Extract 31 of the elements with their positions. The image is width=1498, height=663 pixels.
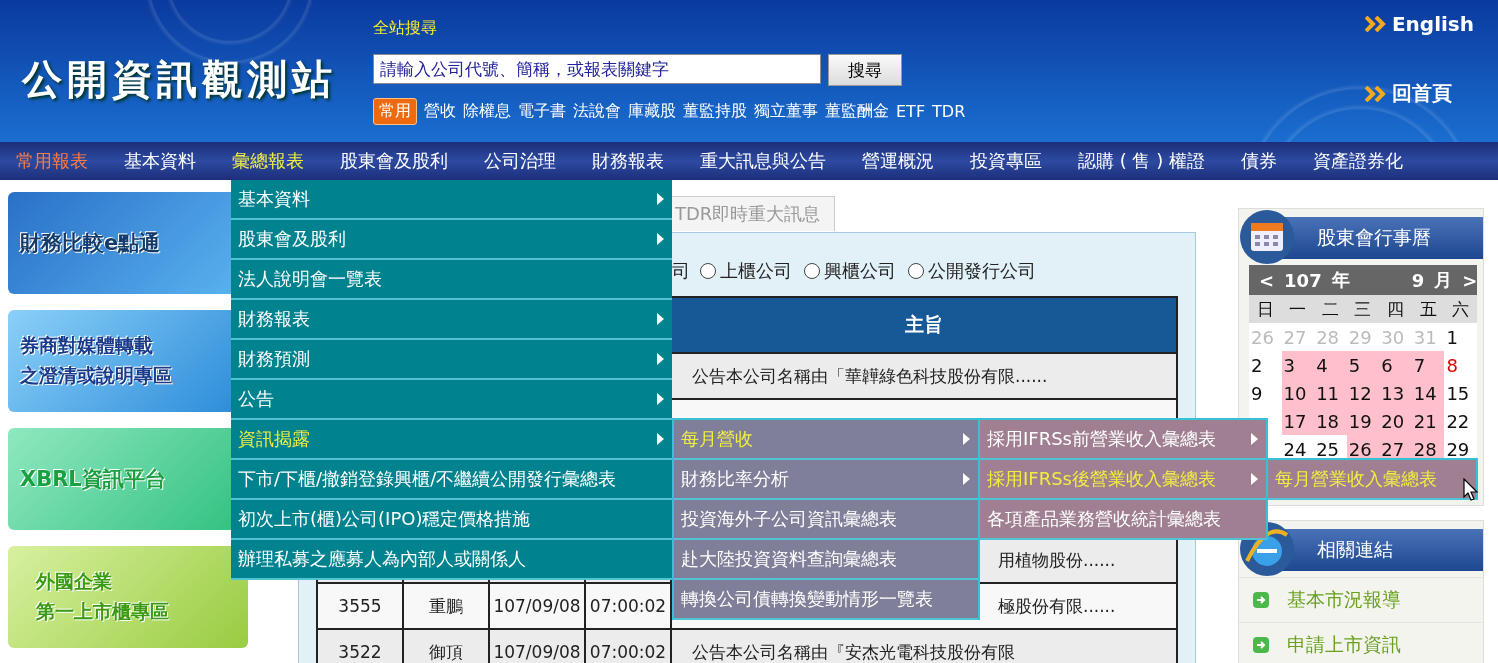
year-label: 年	[1331, 268, 1350, 292]
table-cell: 107/09/08	[489, 629, 585, 663]
table-cell: 御頂	[403, 629, 489, 663]
table-cell: 3555	[317, 583, 403, 629]
weekday-label: 六	[1452, 297, 1470, 321]
table-cell: 107/09/08	[489, 583, 585, 629]
table-cell: 重鵬	[403, 583, 489, 629]
weekday-label: 日	[1256, 297, 1274, 321]
weekday-label: 一	[1289, 297, 1307, 321]
month-label: 月	[1434, 268, 1453, 292]
radio-label: 司	[672, 259, 690, 283]
banner-title: XBRL資訊平台	[20, 466, 166, 493]
table-cell: 07:00:02	[585, 629, 671, 663]
banner-title: 外國企業	[34, 569, 112, 594]
banner-title: 券商對媒體轉載	[20, 333, 153, 358]
banner-title: 之澄清或說明專區	[20, 363, 172, 388]
frequent-badge: 常用	[373, 98, 417, 125]
search-label: 全站搜尋	[373, 18, 437, 39]
banner-title: 財務比較e點通	[20, 230, 161, 257]
month-value: 9	[1411, 269, 1425, 291]
table-cell: 3522	[317, 629, 403, 663]
section-title: 相關連結	[1317, 537, 1393, 562]
section-title: 股東會行事曆	[1317, 225, 1431, 250]
weekday-label: 三	[1354, 297, 1372, 321]
weekday-label: 四	[1387, 297, 1405, 321]
year-value: 107	[1284, 269, 1322, 291]
banner-title: 第一上市櫃專區	[35, 599, 169, 624]
weekday-label: 五	[1419, 297, 1437, 321]
weekday-label: 二	[1321, 297, 1339, 321]
table-header-cell: 主旨	[671, 297, 1177, 353]
table-cell: 07:00:02	[585, 583, 671, 629]
